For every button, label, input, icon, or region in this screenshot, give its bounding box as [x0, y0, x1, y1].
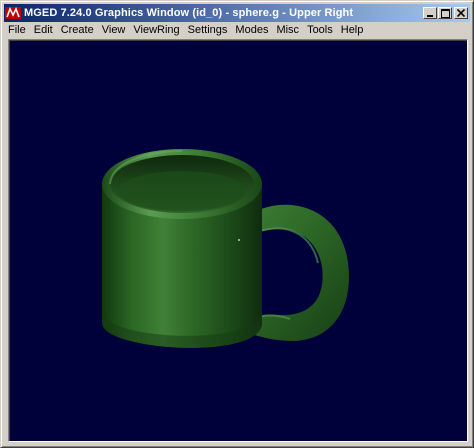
- window-title: MGED 7.24.0 Graphics Window (id_0) - sph…: [24, 7, 354, 19]
- menu-file[interactable]: File: [4, 22, 30, 38]
- mged-app-icon[interactable]: [5, 5, 21, 21]
- minimize-icon: [427, 15, 433, 17]
- menu-tools[interactable]: Tools: [303, 22, 337, 38]
- close-button[interactable]: [454, 7, 468, 19]
- menu-create[interactable]: Create: [57, 22, 98, 38]
- menu-misc[interactable]: Misc: [272, 22, 303, 38]
- maximize-button[interactable]: [438, 7, 452, 19]
- menu-help[interactable]: Help: [337, 22, 368, 38]
- menu-bar: File Edit Create View ViewRing Settings …: [4, 22, 470, 38]
- close-icon: [457, 9, 465, 17]
- menu-viewring[interactable]: ViewRing: [129, 22, 183, 38]
- menu-edit[interactable]: Edit: [30, 22, 57, 38]
- menu-settings[interactable]: Settings: [184, 22, 232, 38]
- title-bar[interactable]: MGED 7.24.0 Graphics Window (id_0) - sph…: [4, 4, 470, 22]
- minimize-button[interactable]: [423, 7, 437, 19]
- viewport-canvas[interactable]: [9, 40, 467, 441]
- graphics-viewport[interactable]: [8, 39, 468, 442]
- menu-modes[interactable]: Modes: [231, 22, 272, 38]
- mug-model: [102, 149, 349, 348]
- maximize-icon: [440, 8, 450, 18]
- menu-view[interactable]: View: [98, 22, 130, 38]
- graphics-window: MGED 7.24.0 Graphics Window (id_0) - sph…: [0, 0, 474, 448]
